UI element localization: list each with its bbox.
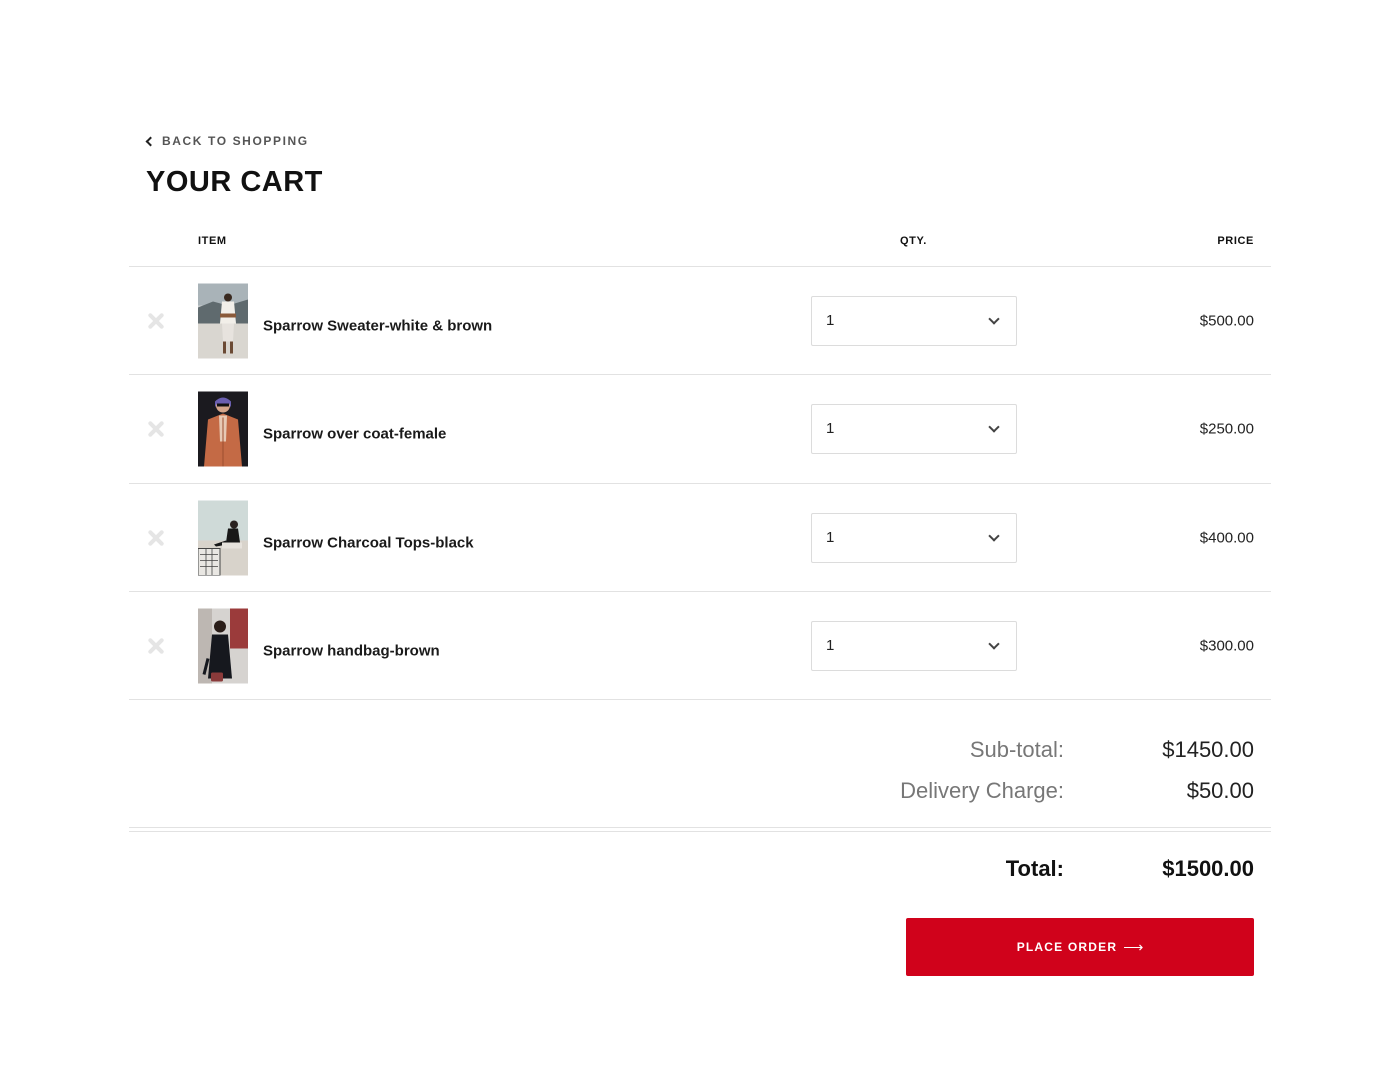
product-name[interactable]: Sparrow Charcoal Tops-black [263,535,474,552]
delivery-charge-label: Delivery Charge: [900,778,1064,803]
product-name[interactable]: Sparrow handbag-brown [263,643,440,660]
chevron-down-icon [988,638,1000,650]
column-header-qty: QTY. [900,235,927,247]
remove-item-icon[interactable] [146,636,166,656]
item-price: $250.00 [1199,420,1254,438]
quantity-value: 1 [826,637,835,654]
arrow-right-icon: ⟶ [1123,939,1144,955]
quantity-select[interactable]: 1 [811,621,1017,671]
cart-row: Sparrow handbag-brown 1 $300.00 [129,592,1271,700]
back-to-shopping-label: BACK TO SHOPPING [162,134,309,148]
divider [129,831,1271,832]
product-thumbnail-handbag[interactable] [198,608,248,684]
delivery-charge-value: $50.00 [1186,778,1254,803]
item-price: $400.00 [1199,529,1254,547]
divider [129,827,1271,828]
quantity-value: 1 [826,529,835,546]
chevron-down-icon [988,421,1000,433]
quantity-select[interactable]: 1 [811,513,1017,563]
page-title: YOUR CART [146,166,323,198]
place-order-label: PLACE ORDER [1016,940,1118,954]
product-name[interactable]: Sparrow over coat-female [263,426,446,443]
subtotal-label: Sub-total: [969,737,1064,762]
item-price: $300.00 [1199,637,1254,655]
product-thumbnail-tops[interactable] [198,500,248,576]
quantity-value: 1 [826,420,835,437]
quantity-value: 1 [826,312,835,329]
quantity-select[interactable]: 1 [811,404,1017,454]
column-header-item: ITEM [198,235,227,247]
item-price: $500.00 [1199,312,1254,330]
place-order-button[interactable]: PLACE ORDER ⟶ [906,918,1254,976]
chevron-down-icon [988,313,1000,325]
product-thumbnail-coat[interactable] [198,391,248,467]
divider [129,699,1271,700]
column-header-price: PRICE [1217,235,1254,247]
chevron-left-icon [145,136,156,147]
remove-item-icon[interactable] [146,311,166,331]
product-thumbnail-sweater[interactable] [198,283,248,359]
cart-row: Sparrow Sweater-white & brown 1 $500.00 [129,267,1271,375]
remove-item-icon[interactable] [146,419,166,439]
cart-row: Sparrow over coat-female 1 $250.00 [129,375,1271,483]
chevron-down-icon [988,530,1000,542]
subtotal-value: $1450.00 [1162,737,1254,762]
total-value: $1500.00 [1162,856,1254,881]
total-label: Total: [1005,856,1064,881]
remove-item-icon[interactable] [146,528,166,548]
quantity-select[interactable]: 1 [811,296,1017,346]
back-to-shopping-link[interactable]: BACK TO SHOPPING [145,134,309,148]
cart-row: Sparrow Charcoal Tops-black 1 $400.00 [129,484,1271,592]
product-name[interactable]: Sparrow Sweater-white & brown [263,318,492,335]
